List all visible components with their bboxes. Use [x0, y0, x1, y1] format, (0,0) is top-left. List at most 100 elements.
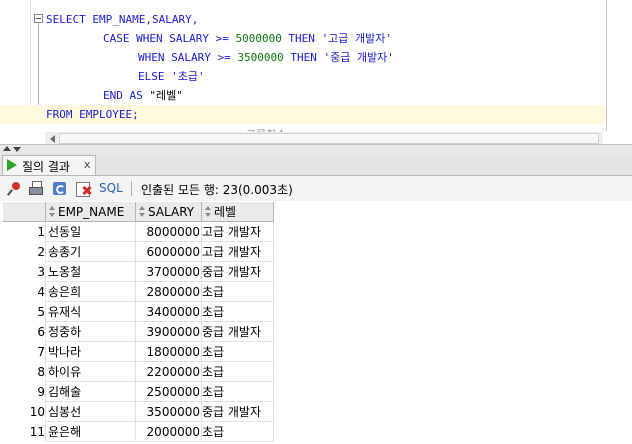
grid-line — [201, 322, 202, 342]
code-token: '고급 개발자' — [321, 32, 393, 45]
salary-cell[interactable]: 2800000 — [136, 282, 200, 302]
emp-name-cell[interactable]: 윤은해 — [48, 422, 81, 442]
scrollbar-thumb[interactable] — [59, 133, 599, 144]
code-line[interactable]: SELECT EMP_NAME,SALARY, — [0, 10, 606, 29]
grid-line — [273, 262, 274, 282]
row-number-cell[interactable]: 2 — [3, 242, 45, 262]
emp-name-cell[interactable]: 심봉선 — [48, 402, 81, 422]
level-cell[interactable]: 초급 — [202, 362, 224, 382]
sql-editor[interactable]: SELECT EMP_NAME,SALARY, CASE WHEN SALARY … — [0, 0, 632, 131]
emp-name-cell[interactable]: 유재식 — [48, 302, 81, 322]
emp-name-cell[interactable]: 송은희 — [48, 282, 81, 302]
salary-cell[interactable]: 8000000 — [136, 222, 200, 242]
emp-name-cell[interactable]: 선동일 — [48, 222, 81, 242]
sort-icon[interactable] — [49, 206, 55, 218]
panel-splitter[interactable] — [0, 144, 632, 154]
row-number-cell[interactable]: 7 — [3, 342, 45, 362]
run-result-icon — [7, 159, 17, 171]
code-text: ELSE '초급' — [138, 67, 205, 86]
emp-name-cell[interactable]: 노옹철 — [48, 262, 81, 282]
grid-line — [201, 282, 202, 302]
code-token: CASE WHEN SALARY >= — [103, 32, 236, 45]
code-line[interactable]: CASE WHEN SALARY >= 5000000 THEN '고급 개발자… — [0, 29, 606, 48]
row-number-cell[interactable]: 11 — [3, 422, 45, 442]
salary-cell[interactable]: 3400000 — [136, 302, 200, 322]
row-number-cell[interactable]: 6 — [3, 322, 45, 342]
code-line[interactable]: ELSE '초급' — [0, 67, 606, 86]
grid-line — [135, 282, 136, 302]
row-number-cell[interactable]: 9 — [3, 382, 45, 402]
code-token: "레벨" — [149, 89, 183, 102]
salary-cell[interactable]: 2200000 — [136, 362, 200, 382]
grid-line — [273, 322, 274, 342]
table-row[interactable]: 2 송종기 6000000 고급 개발자 — [3, 242, 274, 262]
code-line[interactable]: WHEN SALARY >= 3500000 THEN '중급 개발자' — [0, 48, 606, 67]
row-number-cell[interactable]: 10 — [3, 402, 45, 422]
table-row[interactable]: 10 심봉선 3500000 중급 개발자 — [3, 402, 274, 422]
level-cell[interactable]: 초급 — [202, 282, 224, 302]
table-row[interactable]: 6 정중하 3900000 중급 개발자 — [3, 322, 274, 342]
table-row[interactable]: 9 김해술 2500000 초급 — [3, 382, 274, 402]
sql-button[interactable]: SQL — [99, 181, 123, 195]
results-grid[interactable]: EMP_NAME SALARY 레벨 1 선동일 8000000 고급 개발자 2 송종기… — [0, 202, 632, 444]
salary-cell[interactable]: 2000000 — [136, 422, 200, 442]
clear-results-icon[interactable] — [76, 181, 92, 197]
scroll-left-icon[interactable] — [50, 135, 55, 143]
emp-name-cell[interactable]: 정중하 — [48, 322, 81, 342]
close-tab-icon[interactable]: x — [84, 158, 91, 171]
table-row[interactable]: 5 유재식 3400000 초급 — [3, 302, 274, 322]
level-cell[interactable]: 중급 개발자 — [202, 262, 261, 282]
salary-cell[interactable]: 2500000 — [136, 382, 200, 402]
code-line[interactable]: END AS "레벨" — [0, 86, 606, 105]
level-cell[interactable]: 초급 — [202, 342, 224, 362]
row-number-cell[interactable]: 4 — [3, 282, 45, 302]
code-token: END AS — [103, 89, 150, 102]
level-cell[interactable]: 초급 — [202, 382, 224, 402]
level-cell[interactable]: 고급 개발자 — [202, 222, 261, 242]
emp-name-cell[interactable]: 송종기 — [48, 242, 81, 262]
pin-icon[interactable] — [6, 180, 22, 197]
column-header-level[interactable]: 레벨 — [202, 202, 274, 222]
emp-name-cell[interactable]: 하이유 — [48, 362, 81, 382]
level-cell[interactable]: 고급 개발자 — [202, 242, 261, 262]
row-number-cell[interactable]: 3 — [3, 262, 45, 282]
level-cell[interactable]: 중급 개발자 — [202, 322, 261, 342]
grid-line — [135, 222, 136, 242]
sort-icon[interactable] — [139, 206, 145, 218]
tab-label: 질의 결과 — [22, 160, 70, 174]
salary-cell[interactable]: 3500000 — [136, 402, 200, 422]
column-label: EMP_NAME — [58, 205, 125, 219]
row-number-cell[interactable]: 5 — [3, 302, 45, 322]
table-row[interactable]: 8 하이유 2200000 초급 — [3, 362, 274, 382]
salary-cell[interactable]: 3700000 — [136, 262, 200, 282]
refresh-icon[interactable] — [52, 181, 68, 197]
maximize-up-icon[interactable] — [3, 146, 11, 151]
emp-name-cell[interactable]: 박나라 — [48, 342, 81, 362]
emp-name-cell[interactable]: 김해술 — [48, 382, 81, 402]
grid-line — [135, 422, 136, 442]
table-row[interactable]: 11 윤은해 2000000 초급 — [3, 422, 274, 442]
table-row[interactable]: 4 송은희 2800000 초급 — [3, 282, 274, 302]
fetch-status: 인출된 모든 행: 23(0.003초) — [141, 183, 293, 197]
salary-cell[interactable]: 3900000 — [136, 322, 200, 342]
row-number-cell[interactable]: 8 — [3, 362, 45, 382]
salary-cell[interactable]: 6000000 — [136, 242, 200, 262]
minimize-down-icon[interactable] — [13, 147, 21, 152]
toolbar-separator — [131, 181, 132, 196]
column-header-emp-name[interactable]: EMP_NAME — [46, 202, 136, 222]
level-cell[interactable]: 초급 — [202, 422, 224, 442]
code-text: END AS "레벨" — [103, 86, 183, 105]
table-row[interactable]: 7 박나라 1800000 초급 — [3, 342, 274, 362]
print-icon[interactable] — [28, 181, 44, 197]
tab-query-result[interactable]: 질의 결과 x — [2, 155, 96, 175]
sort-icon[interactable] — [205, 206, 211, 218]
salary-cell[interactable]: 1800000 — [136, 342, 200, 362]
level-cell[interactable]: 초급 — [202, 302, 224, 322]
row-number-header[interactable] — [3, 202, 46, 222]
table-row[interactable]: 1 선동일 8000000 고급 개발자 — [3, 222, 274, 242]
table-row[interactable]: 3 노옹철 3700000 중급 개발자 — [3, 262, 274, 282]
column-header-salary[interactable]: SALARY — [136, 202, 202, 222]
code-line[interactable]: FROM EMPLOYEE; — [0, 105, 606, 124]
level-cell[interactable]: 중급 개발자 — [202, 402, 261, 422]
row-number-cell[interactable]: 1 — [3, 222, 45, 242]
